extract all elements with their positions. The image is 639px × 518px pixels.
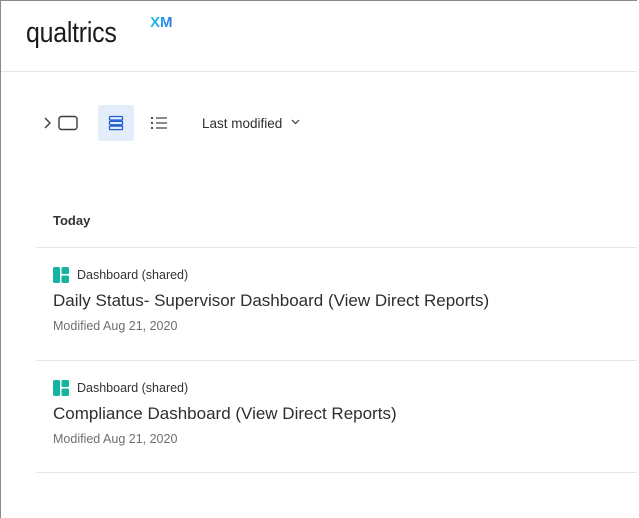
sort-label: Last modified [202, 115, 283, 131]
header: qualtrics XM [1, 1, 637, 72]
item-type-label: Dashboard (shared) [77, 268, 189, 282]
toolbar: Last modified [38, 105, 438, 141]
item-modified-date: Modified Aug 21, 2020 [53, 319, 178, 333]
divider [36, 247, 637, 248]
list-item[interactable]: Dashboard (shared) Compliance Dashboard … [53, 379, 637, 475]
sort-dropdown[interactable]: Last modified [202, 114, 301, 132]
list-view-button[interactable] [145, 105, 173, 141]
item-modified-date: Modified Aug 21, 2020 [53, 432, 178, 446]
dashboard-icon [53, 380, 69, 396]
folder-icon[interactable] [57, 114, 79, 132]
list-view-icon [150, 116, 168, 130]
chevron-right-icon[interactable] [42, 115, 52, 131]
divider [36, 360, 637, 361]
chevron-down-icon [291, 119, 301, 127]
section-title-today: Today [53, 213, 91, 228]
card-view-icon [108, 115, 124, 131]
card-view-button[interactable] [98, 105, 134, 141]
logo-xm-mark: XM [150, 14, 173, 31]
dashboard-icon [53, 267, 69, 283]
list-item[interactable]: Dashboard (shared) Daily Status- Supervi… [53, 266, 637, 362]
item-title-link[interactable]: Daily Status- Supervisor Dashboard (View… [53, 291, 489, 311]
item-title-link[interactable]: Compliance Dashboard (View Direct Report… [53, 404, 397, 424]
item-type-label: Dashboard (shared) [77, 381, 189, 395]
item-type: Dashboard (shared) [53, 266, 188, 284]
item-type: Dashboard (shared) [53, 379, 188, 397]
divider [36, 472, 637, 473]
qualtrics-logo[interactable]: qualtrics [26, 15, 117, 51]
